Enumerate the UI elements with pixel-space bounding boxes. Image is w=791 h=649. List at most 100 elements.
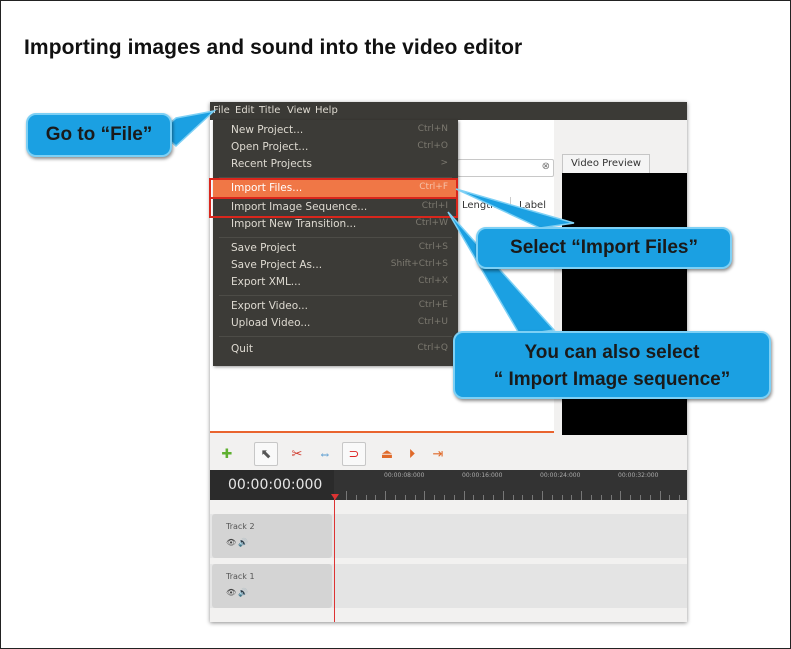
ruler-label: 00:00:16:000 <box>462 472 503 479</box>
callout-line: You can also select <box>524 342 700 363</box>
track-visibility-audio-icons[interactable]: 👁 🔊 <box>226 538 248 547</box>
menu-file[interactable]: File <box>213 105 230 116</box>
razor-icon[interactable]: ✂ <box>288 445 306 463</box>
menu-item-export-video[interactable]: Export Video... Ctrl+E <box>213 298 458 316</box>
ruler-tick <box>542 491 543 500</box>
clear-icon[interactable]: ⊗ <box>542 161 550 172</box>
ruler-tick <box>463 491 465 500</box>
column-header-length[interactable]: Length <box>462 200 497 211</box>
track-header[interactable]: Track 2 👁 🔊 <box>212 514 332 558</box>
ruler-tick <box>483 495 485 500</box>
tab-video-preview[interactable]: Video Preview <box>562 154 650 173</box>
page-title: Importing images and sound into the vide… <box>24 36 523 59</box>
menu-item-save-project-as[interactable]: Save Project As... Shift+Ctrl+S <box>213 257 458 275</box>
menu-item-open-project[interactable]: Open Project... Ctrl+O <box>213 139 458 157</box>
timecode-display: 00:00:00:000 <box>228 477 323 493</box>
menu-item-label: Open Project... <box>231 141 309 153</box>
file-menu-dropdown: New Project... Ctrl+N Open Project... Ctrl… <box>213 120 458 366</box>
timeline-header: 00:00:00:000 00:00:08:000 00:00:16:000 0… <box>210 470 687 500</box>
menu-item-new-project[interactable]: New Project... Ctrl+N <box>213 122 458 140</box>
menu-title[interactable]: Title <box>259 105 280 116</box>
menu-item-label: Upload Video... <box>231 317 311 329</box>
ruler-tick <box>404 495 406 500</box>
import-image-sequence-highlight <box>209 197 458 218</box>
panel-underline <box>210 431 554 433</box>
ruler-label: 00:00:24:000 <box>540 472 581 479</box>
ruler-tick <box>610 495 612 500</box>
column-divider <box>510 197 511 213</box>
ruler-tick <box>375 495 377 500</box>
menu-item-label: Export XML... <box>231 276 301 288</box>
menu-view[interactable]: View <box>287 105 311 116</box>
menu-item-label: New Project... <box>231 124 304 136</box>
timeline-ruler[interactable]: 00:00:08:000 00:00:16:000 00:00:24:000 0… <box>334 470 687 500</box>
ruler-tick <box>600 495 602 500</box>
track-name: Track 1 <box>226 572 255 581</box>
menu-separator <box>219 336 452 337</box>
menu-item-quit[interactable]: Quit Ctrl+Q <box>213 341 458 359</box>
ruler-tick <box>385 491 387 500</box>
ruler-label: 00:00:32:000 <box>618 472 659 479</box>
search-input[interactable]: ⊗ <box>457 159 554 177</box>
ruler-tick <box>453 495 455 500</box>
ruler-tick <box>620 491 622 500</box>
select-arrow-icon[interactable]: ⬉ <box>254 442 278 466</box>
ruler-tick <box>444 495 445 500</box>
menu-item-shortcut: Ctrl+X <box>418 276 448 286</box>
ruler-tick <box>365 495 367 500</box>
menu-edit[interactable]: Edit <box>235 105 254 116</box>
ruler-tick <box>473 495 475 500</box>
ruler-tick <box>571 495 573 500</box>
track-visibility-audio-icons[interactable]: 👁 🔊 <box>226 588 248 597</box>
ruler-tick <box>502 491 504 500</box>
menu-item-shortcut: Ctrl+E <box>418 300 448 310</box>
ruler-tick <box>640 495 641 500</box>
menu-item-shortcut: Ctrl+O <box>417 141 448 151</box>
track-body[interactable] <box>334 514 687 558</box>
timeline-toolbar: ✚ ⬉ ✂ ⇔ ⊃ ⏏ ⏵ ⇥ <box>210 440 687 468</box>
import-icon[interactable]: ⏏ <box>378 445 396 463</box>
playhead-handle[interactable] <box>331 494 339 500</box>
ruler-tick <box>649 495 651 500</box>
ruler-label: 00:00:08:000 <box>384 472 425 479</box>
snap-magnet-icon[interactable]: ⊃ <box>342 442 366 466</box>
submenu-arrow-icon: > <box>440 158 448 168</box>
menu-item-shortcut: Ctrl+W <box>415 218 448 228</box>
next-marker-icon[interactable]: ⏵ <box>403 445 421 463</box>
callout-import-image-sequence: You can also select “ Import Image seque… <box>453 331 771 399</box>
add-icon[interactable]: ✚ <box>218 445 236 463</box>
menu-help[interactable]: Help <box>315 105 338 116</box>
ruler-tick <box>424 491 426 500</box>
callout-line: “ Import Image sequence” <box>493 369 731 390</box>
menu-item-save-project[interactable]: Save Project Ctrl+S <box>213 240 458 258</box>
ruler-tick <box>551 495 553 500</box>
menu-item-recent-projects[interactable]: Recent Projects > <box>213 156 458 174</box>
arrange-icon[interactable]: ⇔ <box>316 445 334 463</box>
track-header[interactable]: Track 1 👁 🔊 <box>212 564 332 608</box>
track-row[interactable]: Track 2 👁 🔊 <box>210 514 687 558</box>
menu-item-shortcut: Ctrl+S <box>418 242 448 252</box>
column-header-label[interactable]: Label <box>519 200 546 211</box>
menu-item-shortcut: Ctrl+Q <box>417 343 448 353</box>
playhead[interactable] <box>334 494 335 622</box>
ruler-tick <box>561 495 563 500</box>
menu-item-label: Import New Transition... <box>231 218 357 230</box>
ruler-tick <box>669 495 671 500</box>
menu-item-upload-video[interactable]: Upload Video... Ctrl+U <box>213 315 458 333</box>
menu-item-label: Recent Projects <box>231 158 313 170</box>
menu-item-shortcut: Ctrl+U <box>417 317 448 327</box>
menu-item-import-new-transition[interactable]: Import New Transition... Ctrl+W <box>213 216 458 234</box>
menu-item-label: Export Video... <box>231 300 308 312</box>
ruler-tick <box>659 491 661 500</box>
ruler-tick <box>679 495 681 500</box>
ruler-tick <box>355 495 357 500</box>
track-row[interactable]: Track 1 👁 🔊 <box>210 564 687 608</box>
ruler-tick <box>493 495 494 500</box>
ruler-tick <box>522 495 524 500</box>
track-body[interactable] <box>334 564 687 608</box>
previous-marker-icon[interactable]: ⇥ <box>429 445 447 463</box>
ruler-tick <box>346 491 347 500</box>
callout-select-import-files: Select “Import Files” <box>476 227 732 269</box>
ruler-tick <box>395 495 396 500</box>
menu-item-export-xml[interactable]: Export XML... Ctrl+X <box>213 274 458 292</box>
